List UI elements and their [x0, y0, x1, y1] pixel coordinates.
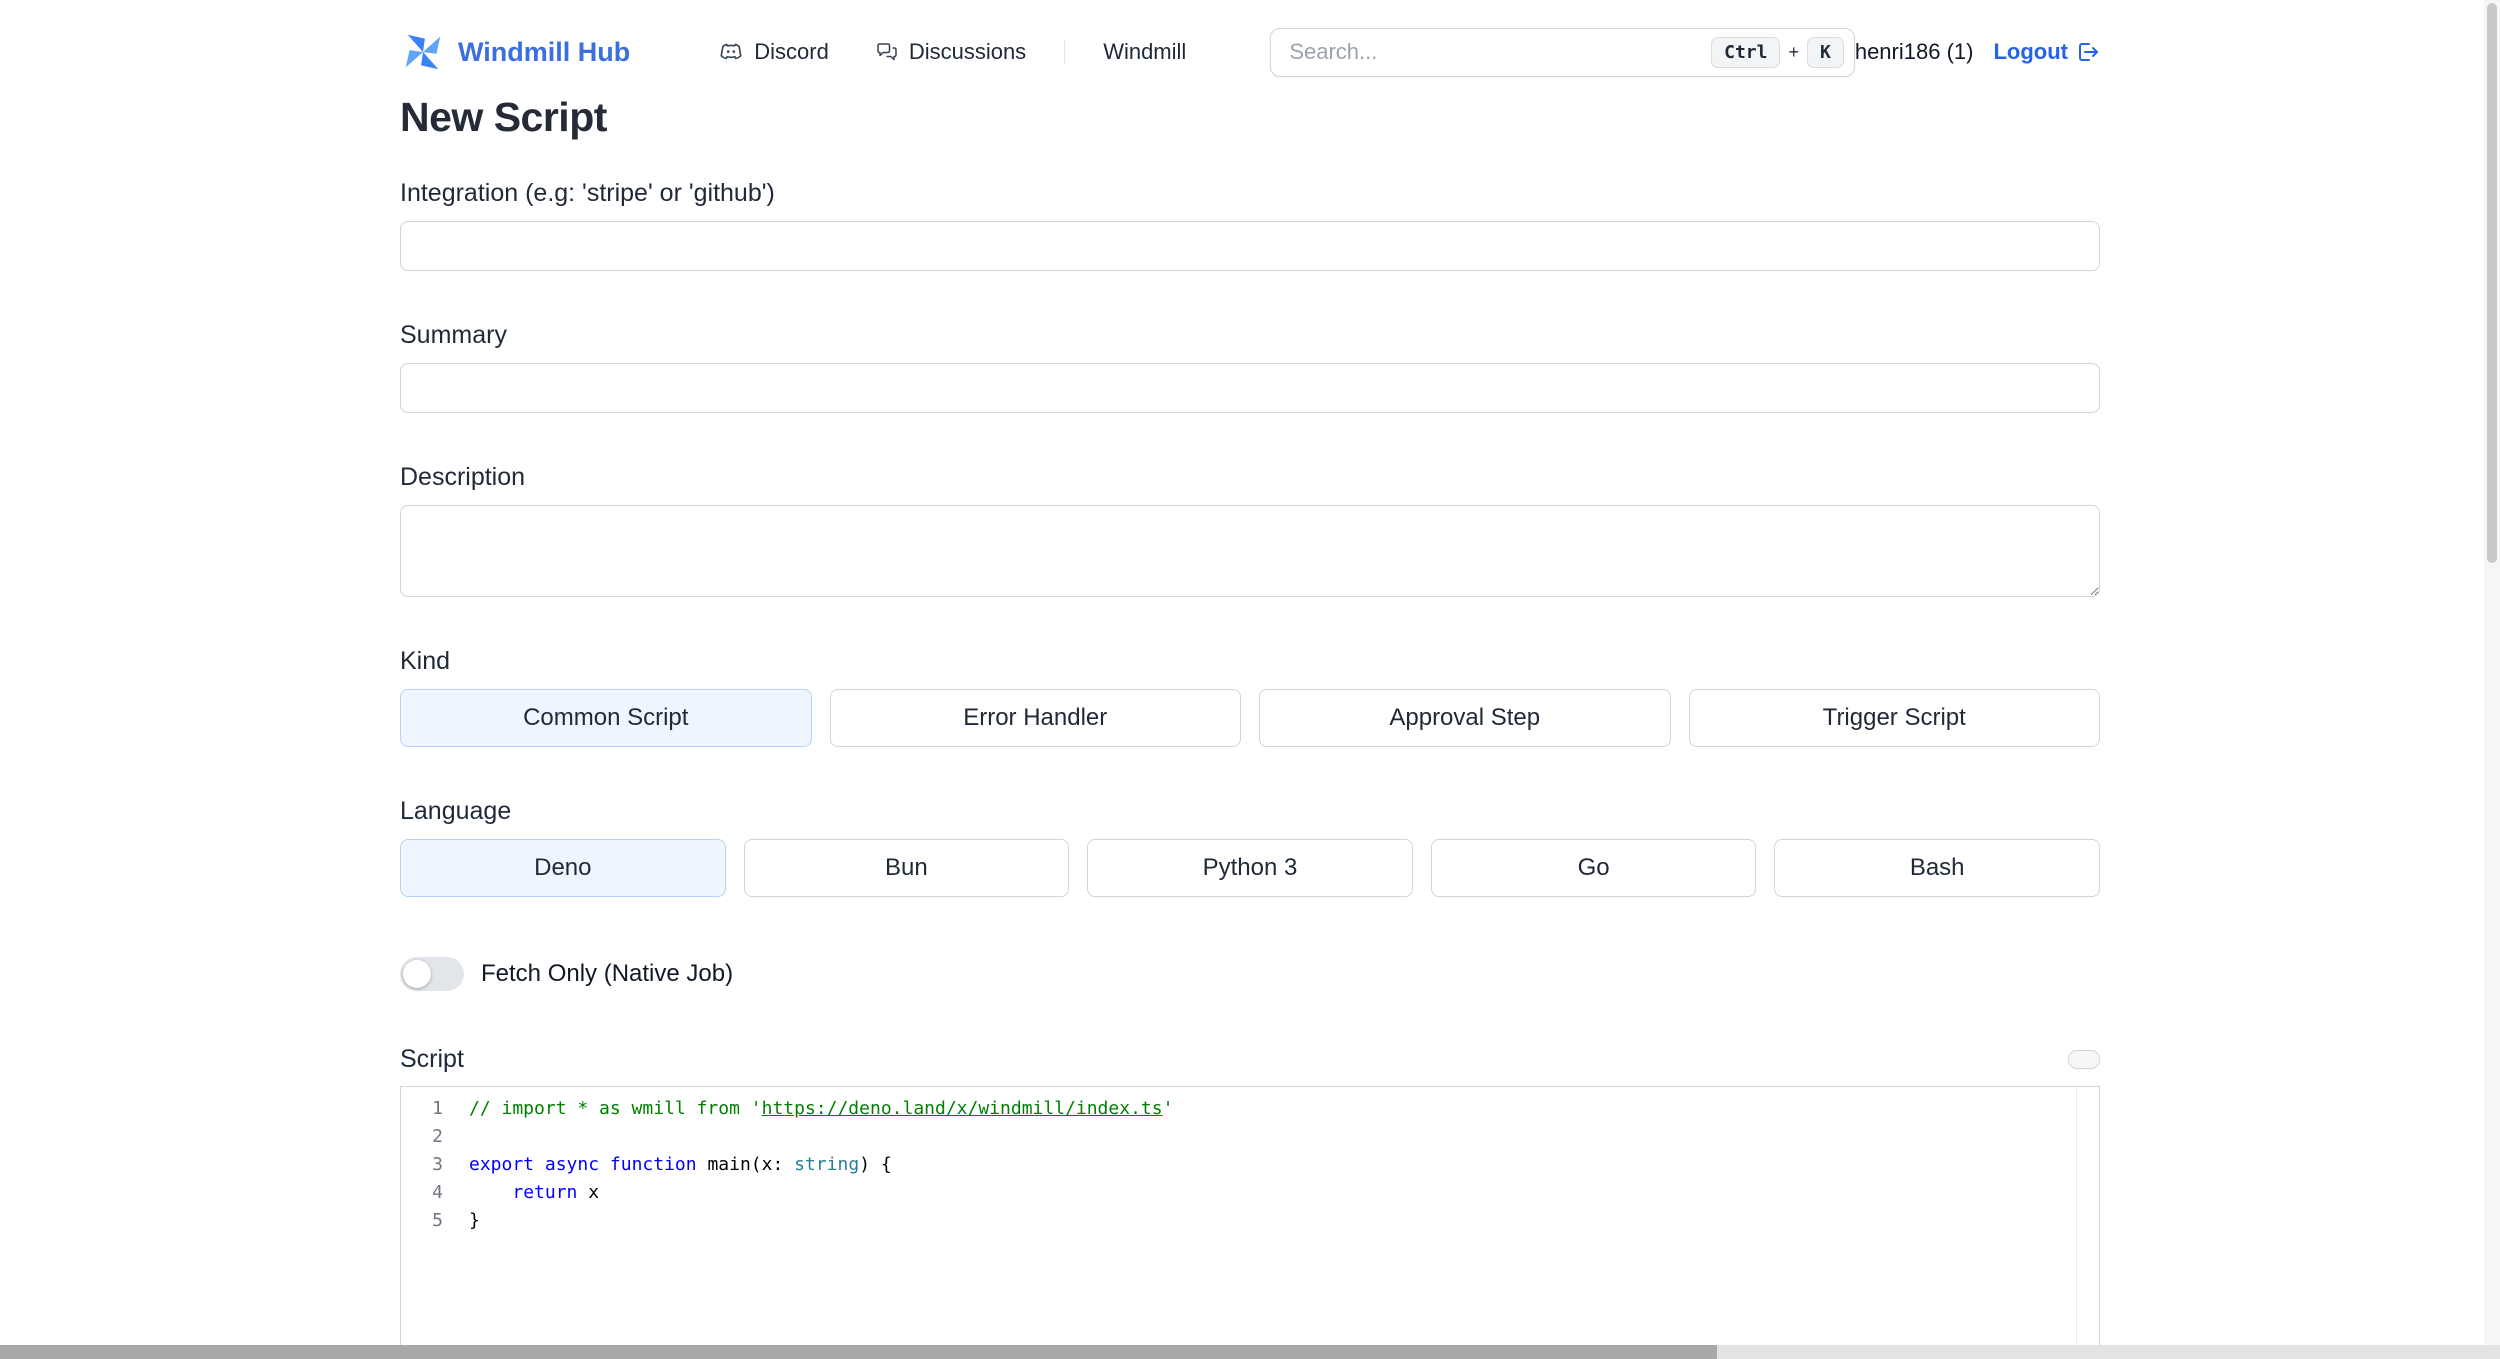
- nav-divider: [1064, 39, 1066, 65]
- language-option-bun[interactable]: Bun: [743, 839, 1070, 897]
- shortcut-key-ctrl: Ctrl: [1711, 36, 1781, 68]
- language-option-bash[interactable]: Bash: [1774, 839, 2100, 897]
- code-line[interactable]: export async function main(x: string) {: [469, 1151, 2075, 1179]
- horizontal-scrollbar-thumb[interactable]: [0, 1345, 1717, 1359]
- content-container: Windmill Hub Discord Discussions Windmil…: [400, 0, 2100, 1353]
- kind-option-approval-step[interactable]: Approval Step: [1259, 689, 1671, 747]
- summary-input[interactable]: [400, 363, 2100, 413]
- nav-item-windmill[interactable]: Windmill: [1103, 39, 1186, 65]
- discussions-icon: [877, 43, 897, 61]
- kind-options: Common Script Error Handler Approval Step T…: [400, 689, 2100, 747]
- nav-item-label: Windmill: [1103, 39, 1187, 64]
- editor-code[interactable]: // import * as wmill from 'https://deno.…: [469, 1095, 2075, 1235]
- description-field: Description: [400, 463, 2100, 597]
- nav-item-discussions[interactable]: Discussions: [875, 39, 1026, 65]
- kind-option-common-script[interactable]: Common Script: [400, 689, 812, 747]
- header-nav: Discord Discussions Windmill: [718, 39, 1186, 65]
- language-options: Deno Bun Python 3 Go Bash: [400, 839, 2100, 897]
- logout-label: Logout: [1993, 39, 2068, 64]
- logout-link[interactable]: Logout: [1993, 39, 2100, 65]
- fetch-only-label: Fetch Only (Native Job): [481, 960, 734, 987]
- brand-link[interactable]: Windmill Hub: [400, 29, 630, 75]
- description-label: Description: [400, 463, 526, 491]
- header-right: henri186 (1) Logout: [1855, 39, 2100, 65]
- nav-item-label: Discord: [754, 39, 829, 64]
- integration-field: Integration (e.g: 'stripe' or 'github'): [400, 179, 2100, 271]
- brand-title: Windmill Hub: [458, 36, 631, 67]
- line-number: 2: [432, 1126, 443, 1147]
- windmill-logo-icon: [405, 34, 441, 70]
- search-box[interactable]: Ctrl + K: [1270, 27, 1855, 77]
- code-line[interactable]: // import * as wmill from 'https://deno.…: [469, 1095, 2075, 1123]
- integration-input[interactable]: [400, 221, 2100, 271]
- language-label: Language: [400, 797, 512, 825]
- nav-item-label: Discussions: [908, 39, 1027, 64]
- integration-label: Integration (e.g: 'stripe' or 'github'): [400, 179, 775, 207]
- editor-scrollbar-divider: [2076, 1087, 2077, 1353]
- script-label: Script: [400, 1045, 464, 1073]
- header: Windmill Hub Discord Discussions Windmil…: [400, 26, 2100, 78]
- search-input[interactable]: [1287, 38, 1712, 66]
- script-header: Script: [400, 1045, 2100, 1074]
- summary-field: Summary: [400, 321, 2100, 413]
- code-line[interactable]: }: [469, 1207, 2075, 1235]
- toggle-knob: [403, 960, 431, 988]
- language-option-deno[interactable]: Deno: [400, 839, 726, 897]
- code-line[interactable]: return x: [469, 1179, 2075, 1207]
- language-field: Language Deno Bun Python 3 Go Bash: [400, 797, 2100, 897]
- fetch-only-row: Fetch Only (Native Job): [400, 957, 2100, 991]
- shortcut-key-k: K: [1806, 36, 1844, 68]
- logout-icon: [2079, 43, 2098, 61]
- vertical-scrollbar-track[interactable]: [2484, 0, 2500, 1359]
- shortcut-plus: +: [1788, 41, 1799, 62]
- language-option-go[interactable]: Go: [1430, 839, 1757, 897]
- code-editor[interactable]: 1 2 3 4 5 // import * as wmill from 'https:/…: [400, 1086, 2100, 1353]
- description-textarea[interactable]: [400, 505, 2100, 597]
- page: Windmill Hub Discord Discussions Windmil…: [0, 0, 2500, 1359]
- editor-corner-toggle[interactable]: [2068, 1050, 2100, 1069]
- line-number: 3: [432, 1154, 443, 1175]
- summary-label: Summary: [400, 321, 507, 349]
- language-option-python-3[interactable]: Python 3: [1087, 839, 1413, 897]
- kind-label: Kind: [400, 647, 451, 675]
- username-label: henri186 (1): [1854, 39, 1974, 64]
- page-title: New Script: [400, 94, 607, 140]
- kind-option-error-handler[interactable]: Error Handler: [829, 689, 1241, 747]
- nav-item-discord[interactable]: Discord: [718, 39, 829, 65]
- script-field: Script 1 2 3 4 5 // import * as wmill from '…: [400, 1045, 2100, 1353]
- kind-option-trigger-script[interactable]: Trigger Script: [1688, 689, 2100, 747]
- line-number: 1: [432, 1098, 443, 1119]
- kind-field: Kind Common Script Error Handler Approval …: [400, 647, 2100, 747]
- code-line[interactable]: [469, 1123, 2075, 1151]
- discord-icon: [720, 43, 742, 60]
- editor-gutter: 1 2 3 4 5: [401, 1095, 443, 1235]
- fetch-only-toggle[interactable]: [400, 957, 464, 991]
- horizontal-scrollbar-track[interactable]: [0, 1345, 2500, 1359]
- line-number: 5: [432, 1210, 443, 1231]
- line-number: 4: [432, 1182, 443, 1203]
- vertical-scrollbar-thumb[interactable]: [2487, 3, 2497, 563]
